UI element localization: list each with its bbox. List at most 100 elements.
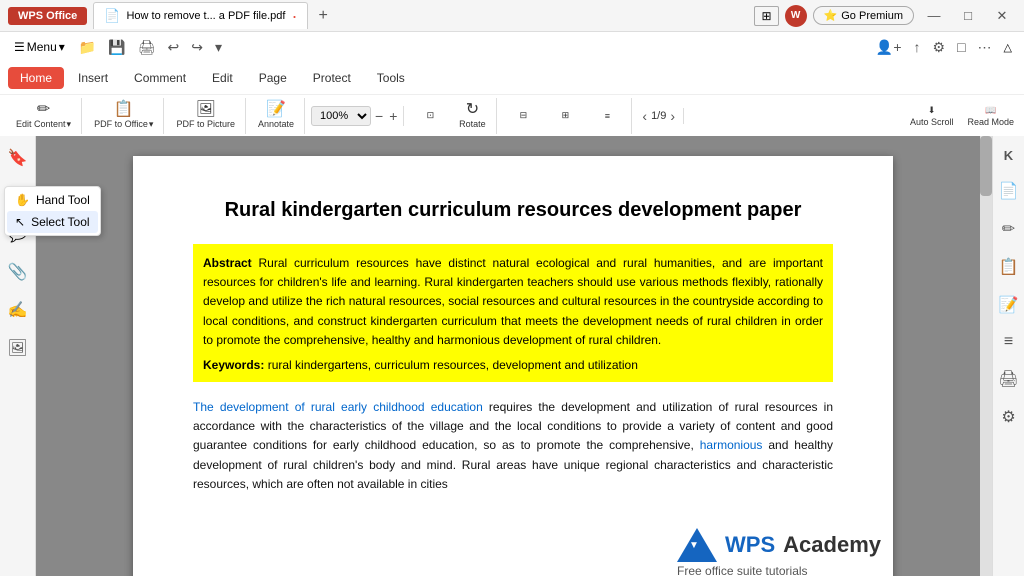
pdf-tab-icon: 📄 [104,8,120,24]
next-page-button[interactable]: › [670,108,675,124]
wps-logo-button[interactable]: WPS Office [8,7,87,25]
rotate-button[interactable]: ↻ Rotate [452,99,492,133]
single-page-button[interactable]: ⊟ [503,99,543,133]
body-paragraph: The development of rural early childhood… [193,398,833,494]
ribbon-top-row: ☰ Menu ▾ 📁 💾 🖨 ↩ ↪ ▾ 👤+ ↑ ⚙ □ ⋯ △ [0,32,1024,62]
body-highlight-1: The development of rural early childhood… [193,400,483,414]
annotate-group: 📝 Annotate [248,98,305,134]
auto-scroll-icon: ⬇ [928,105,936,116]
vertical-scrollbar[interactable] [980,136,992,576]
open-button[interactable]: 📁 [75,37,100,58]
tab-title: How to remove t... a PDF file.pdf [126,10,285,22]
tab-tools[interactable]: Tools [365,67,417,89]
keywords-label: Keywords: [203,358,264,372]
two-page-button[interactable]: ⊞ [545,99,585,133]
pdf-title: Rural kindergarten curriculum resources … [193,196,833,224]
main-toolbar: ✋ Hand Tool ↖ Select Tool ✏ Edit Content… [0,94,1024,136]
right-panel-k[interactable]: K [998,142,1019,169]
select-tool-option[interactable]: ↖ Select Tool [7,211,98,233]
export-button[interactable]: ↑ [910,37,925,57]
settings-button[interactable]: ⚙ [929,37,950,58]
pdf-to-office-icon: 📋 [114,102,134,118]
fit-tools-group: ⊡ ↻ Rotate [406,98,497,134]
scrollbar-thumb[interactable] [980,136,992,196]
right-panel-print[interactable]: 🖨 [992,363,1024,395]
zoom-out-button[interactable]: − [373,108,385,124]
right-panel-clipboard[interactable]: 📋 [993,251,1024,283]
wps-academy-text: Academy [783,532,881,558]
edit-content-group: ✏ Edit Content ▾ [6,98,82,134]
fit-page-button[interactable]: ⊡ [410,99,450,133]
read-mode-icon: 📖 [985,105,996,116]
abstract-highlighted-block: Abstract Rural curriculum resources have… [193,244,833,382]
page-info: 1/9 [651,110,666,122]
rotate-icon: ↻ [466,102,479,118]
ribbon-tabs: Home Insert Comment Edit Page Protect To… [0,62,1024,94]
right-panel-page[interactable]: 📄 [993,175,1024,207]
right-panel-lines[interactable]: ≡ [998,327,1019,357]
tab-comment[interactable]: Comment [122,67,198,89]
signature-panel-button[interactable]: ✍ [2,294,34,326]
toolbar-right: ⬇ Auto Scroll 📖 Read Mode [904,99,1020,133]
view-button[interactable]: □ [953,37,969,57]
auto-scroll-button[interactable]: ⬇ Auto Scroll [904,99,960,133]
annotate-icon: 📝 [266,102,286,118]
collapse-ribbon-button[interactable]: △ [1000,39,1016,56]
zoom-group: 100% 75% 125% 150% − + [307,106,404,126]
print-button[interactable]: 🖨 [134,37,160,58]
wps-subtitle: Free office suite tutorials [677,564,808,576]
go-premium-button[interactable]: ⭐ Go Premium [813,6,914,25]
wps-watermark: ▼ WPS Academy Free office suite tutorial… [665,520,893,576]
wps-mark-text: WPS [725,532,775,558]
abstract-text: Abstract Rural curriculum resources have… [203,254,823,350]
right-panel-edit[interactable]: ✏ [996,213,1021,245]
body-highlight-2: harmonious [700,438,763,452]
edit-content-icon: ✏ [37,102,50,118]
menu-button[interactable]: ☰ Menu ▾ [8,38,71,56]
pdf-page: Rural kindergarten curriculum resources … [133,156,893,576]
undo-button[interactable]: ↩ [163,37,183,58]
grid-view-button[interactable]: ⊞ [754,6,778,26]
zoom-select[interactable]: 100% 75% 125% 150% [311,106,371,126]
save-button[interactable]: 💾 [104,37,129,58]
abstract-body: Rural curriculum resources have distinct… [203,256,823,347]
continuous-page-button[interactable]: ≡ [587,99,627,133]
bookmark-panel-button[interactable]: 🔖 [2,142,34,174]
select-tool-icon: ↖ [15,215,25,229]
tab-insert[interactable]: Insert [66,67,120,89]
right-panel-settings[interactable]: ⚙ [995,401,1021,433]
abstract-label: Abstract [203,256,252,270]
tab-protect[interactable]: Protect [301,67,363,89]
tab-edit[interactable]: Edit [200,67,245,89]
tab-modified-dot: · [291,7,297,25]
prev-page-button[interactable]: ‹ [642,108,647,124]
image-panel-button[interactable]: 🖼 [1,332,33,364]
user-avatar[interactable]: W [785,5,807,27]
pdf-to-office-button[interactable]: 📋 PDF to Office ▾ [88,99,159,133]
redo-button[interactable]: ↪ [187,37,207,58]
tool-dropdown: ✋ Hand Tool ↖ Select Tool [4,186,101,236]
annotate-button[interactable]: 📝 Annotate [252,99,300,133]
pdf-to-picture-button[interactable]: 🖼 PDF to Picture [170,99,241,133]
page-tools-group: ⊟ ⊞ ≡ [499,98,632,134]
new-tab-button[interactable]: + [314,7,331,25]
tab-page[interactable]: Page [247,67,299,89]
share-button[interactable]: 👤+ [872,37,906,58]
hand-tool-option[interactable]: ✋ Hand Tool [7,189,98,211]
pdf-to-office-dropdown-icon: ▾ [149,119,154,130]
menu-chevron-icon: ▾ [59,40,65,54]
right-panel-note[interactable]: 📝 [993,289,1024,321]
main-content-area: Rural kindergarten curriculum resources … [36,136,992,576]
wps-triangle-icon: ▼ [677,528,717,562]
edit-content-button[interactable]: ✏ Edit Content ▾ [10,99,77,133]
tab-home[interactable]: Home [8,67,64,89]
maximize-button[interactable]: □ [954,2,982,30]
attachment-panel-button[interactable]: 📎 [2,256,34,288]
history-dropdown[interactable]: ▾ [211,37,226,58]
more-button[interactable]: ⋯ [974,37,996,58]
zoom-in-button[interactable]: + [387,108,399,124]
minimize-button[interactable]: — [920,2,948,30]
close-button[interactable]: ✕ [988,2,1016,30]
document-tab[interactable]: 📄 How to remove t... a PDF file.pdf · [93,2,308,29]
read-mode-button[interactable]: 📖 Read Mode [961,99,1020,133]
